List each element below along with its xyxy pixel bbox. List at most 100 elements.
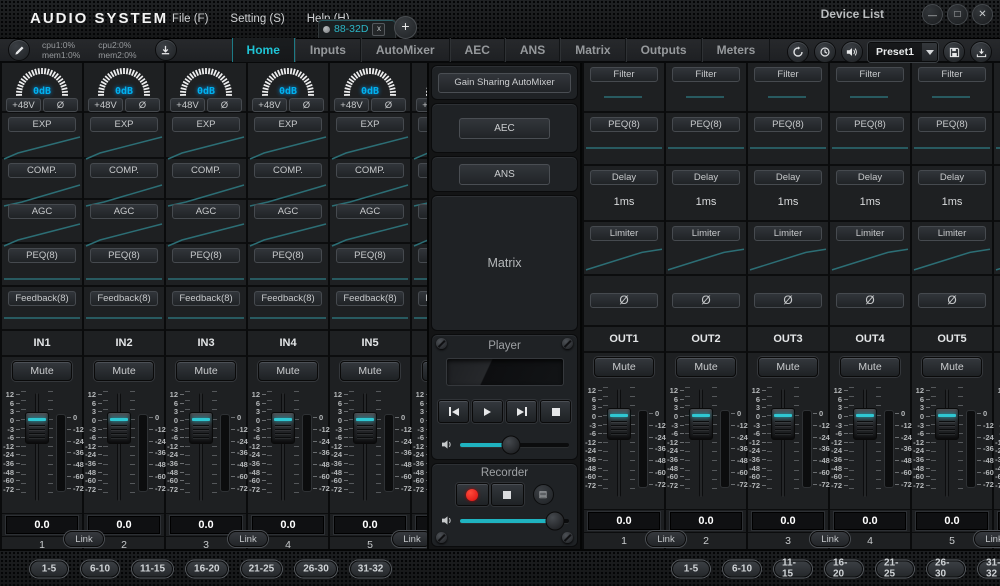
matrix-panel[interactable]: Matrix xyxy=(431,195,578,331)
expander-button[interactable]: EXP xyxy=(172,117,241,132)
fader-knob[interactable] xyxy=(107,412,131,444)
peq-button[interactable]: PEQ(8) xyxy=(672,117,741,132)
tab-outputs[interactable]: Outputs xyxy=(626,38,702,62)
feedback-button[interactable]: Feedback(8) xyxy=(172,291,241,306)
limiter-button[interactable]: Limiter xyxy=(754,226,823,241)
expander-button[interactable]: EXP xyxy=(90,117,159,132)
agc-button[interactable]: AGC xyxy=(254,204,323,219)
expander-button[interactable]: EXP xyxy=(418,117,427,132)
compressor-button[interactable]: COMP. xyxy=(418,163,427,178)
limiter-button[interactable]: Limiter xyxy=(836,226,905,241)
fader-knob[interactable] xyxy=(771,408,795,440)
tab-inputs[interactable]: Inputs xyxy=(295,38,361,62)
input-page-button[interactable]: 6-10 xyxy=(81,560,119,577)
preset-dropdown[interactable]: Preset1 xyxy=(868,42,938,62)
player-volume-slider[interactable] xyxy=(460,443,569,447)
fader-knob[interactable] xyxy=(25,412,49,444)
filter-button[interactable]: Filter xyxy=(754,67,823,82)
filter-button[interactable]: Filter xyxy=(918,67,987,82)
phase-invert-button[interactable]: Ø xyxy=(289,98,324,112)
mute-button[interactable]: Mute xyxy=(758,357,818,377)
fader-track[interactable] xyxy=(355,391,375,505)
phase-invert-button[interactable]: Ø xyxy=(836,293,905,308)
mute-button[interactable]: Mute xyxy=(258,361,318,381)
mute-button[interactable]: Mute xyxy=(94,361,154,381)
device-tab[interactable]: 88-32D x xyxy=(318,19,396,38)
mute-button[interactable]: Mute xyxy=(922,357,982,377)
input-page-button[interactable]: 11-15 xyxy=(132,560,173,577)
feedback-button[interactable]: Feedback(8) xyxy=(8,291,77,306)
filter-button[interactable]: Filter xyxy=(836,67,905,82)
limiter-button[interactable]: Limiter xyxy=(590,226,659,241)
input-page-button[interactable]: 21-25 xyxy=(241,560,283,577)
fader-track[interactable] xyxy=(273,391,293,505)
feedback-button[interactable]: Feedback(8) xyxy=(418,291,427,306)
fader-knob[interactable] xyxy=(189,412,213,444)
fader-knob[interactable] xyxy=(607,408,631,440)
delay-button[interactable]: Delay xyxy=(590,170,659,185)
feedback-button[interactable]: Feedback(8) xyxy=(254,291,323,306)
feedback-button[interactable]: Feedback(8) xyxy=(90,291,159,306)
agc-button[interactable]: AGC xyxy=(8,204,77,219)
fader-knob[interactable] xyxy=(853,408,877,440)
output-page-button[interactable]: 6-10 xyxy=(723,560,761,577)
phase-invert-button[interactable]: Ø xyxy=(672,293,741,308)
fader-knob[interactable] xyxy=(689,408,713,440)
phantom-power-button[interactable]: +48V xyxy=(334,98,369,112)
save-preset-button[interactable] xyxy=(943,41,965,63)
device-tab-close-icon[interactable]: x xyxy=(372,23,385,36)
agc-button[interactable]: AGC xyxy=(418,204,427,219)
peq-button[interactable]: PEQ(8) xyxy=(336,248,405,263)
compressor-button[interactable]: COMP. xyxy=(254,163,323,178)
compressor-button[interactable]: COMP. xyxy=(172,163,241,178)
mute-button[interactable]: Mute xyxy=(422,361,427,381)
peq-button[interactable]: PEQ(8) xyxy=(90,248,159,263)
mute-button[interactable]: Mute xyxy=(340,361,400,381)
peq-button[interactable]: PEQ(8) xyxy=(836,117,905,132)
phase-invert-button[interactable]: Ø xyxy=(590,293,659,308)
gain-value[interactable]: 0.0 xyxy=(752,512,824,530)
link-button[interactable]: Link xyxy=(64,531,104,547)
compressor-button[interactable]: COMP. xyxy=(336,163,405,178)
peq-button[interactable]: PEQ(8) xyxy=(172,248,241,263)
fader-track[interactable] xyxy=(109,391,129,505)
agc-button[interactable]: AGC xyxy=(172,204,241,219)
delay-button[interactable]: Delay xyxy=(754,170,823,185)
fader-knob[interactable] xyxy=(271,412,295,444)
previous-track-button[interactable] xyxy=(438,400,469,423)
expander-button[interactable]: EXP xyxy=(336,117,405,132)
edit-button[interactable] xyxy=(8,39,30,61)
output-page-button[interactable]: 26-30 xyxy=(927,560,965,577)
link-button[interactable]: Link xyxy=(810,531,850,547)
limiter-button[interactable]: Limiter xyxy=(918,226,987,241)
output-page-button[interactable]: 31-32 xyxy=(978,560,1000,577)
record-button[interactable] xyxy=(456,483,489,506)
link-button[interactable]: Link xyxy=(646,531,686,547)
mute-button[interactable]: Mute xyxy=(676,357,736,377)
phase-invert-button[interactable]: Ø xyxy=(207,98,242,112)
device-list-label[interactable]: Device List xyxy=(821,7,884,21)
compressor-button[interactable]: COMP. xyxy=(90,163,159,178)
delay-button[interactable]: Delay xyxy=(672,170,741,185)
recordings-list-button[interactable]: ▤ xyxy=(533,484,554,505)
agc-button[interactable]: AGC xyxy=(90,204,159,219)
phantom-power-button[interactable]: +48V xyxy=(170,98,205,112)
mute-button[interactable]: Mute xyxy=(176,361,236,381)
export-device-button[interactable] xyxy=(970,41,992,63)
output-page-button[interactable]: 11-15 xyxy=(774,560,812,577)
gain-value[interactable]: 0.0 xyxy=(670,512,742,530)
aec-button[interactable]: AEC xyxy=(459,118,551,139)
limiter-button[interactable]: Limiter xyxy=(672,226,741,241)
history-restore-button[interactable] xyxy=(814,41,836,63)
output-page-button[interactable]: 1-5 xyxy=(672,560,710,577)
phase-invert-button[interactable]: Ø xyxy=(371,98,406,112)
gain-value[interactable]: 0.0 xyxy=(588,512,660,530)
tab-matrix[interactable]: Matrix xyxy=(560,38,625,62)
input-page-button[interactable]: 16-20 xyxy=(186,560,228,577)
input-page-button[interactable]: 26-30 xyxy=(295,560,337,577)
player-volume-knob[interactable] xyxy=(501,435,520,454)
tab-meters[interactable]: Meters xyxy=(702,38,771,62)
player-stop-button[interactable] xyxy=(540,400,571,423)
agc-button[interactable]: AGC xyxy=(336,204,405,219)
menu-setting[interactable]: Setting (S) xyxy=(230,13,284,25)
